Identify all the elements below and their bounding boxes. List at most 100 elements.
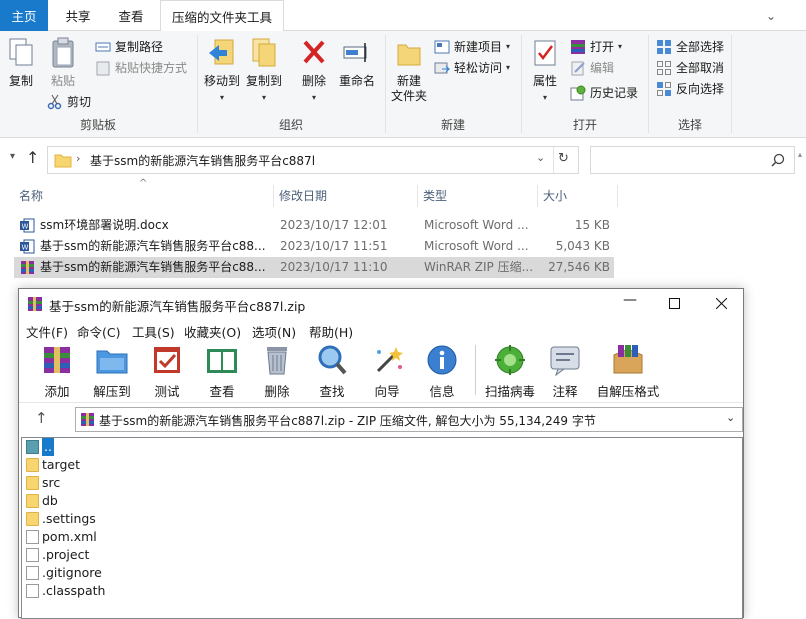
delete-dropdown-icon: ▾ — [311, 93, 316, 102]
properties-button[interactable]: 属性 ▾ — [528, 37, 562, 103]
delete-archive-button[interactable]: 删除 — [251, 343, 303, 400]
edit-label: 编辑 — [590, 61, 615, 75]
winrar-icon — [81, 413, 94, 426]
menu-favorites[interactable]: 收藏夹(O) — [184, 322, 241, 341]
item-name: target — [42, 457, 81, 472]
view-button[interactable]: 查看 — [196, 343, 248, 400]
edit-icon — [570, 60, 586, 76]
menu-help[interactable]: 帮助(H) — [309, 322, 353, 341]
sfx-box-icon — [611, 343, 645, 377]
column-header-name[interactable]: 名称 — [14, 185, 274, 207]
maximize-icon[interactable] — [669, 298, 680, 309]
paste-shortcut-button[interactable]: 粘贴快捷方式 — [95, 58, 187, 78]
new-folder-button[interactable]: 新建 文件夹 — [388, 37, 430, 104]
address-bar[interactable]: › 基于ssm的新能源汽车销售服务平台c887l ⌄ ↻ — [47, 146, 579, 174]
copy-to-button[interactable]: 复制到 ▾ — [244, 37, 284, 103]
select-all-icon — [656, 39, 672, 55]
menu-options[interactable]: 选项(N) — [252, 322, 296, 341]
extract-folder-icon — [95, 343, 129, 377]
wizard-button[interactable]: 向导 — [361, 343, 413, 400]
close-icon[interactable] — [716, 298, 727, 309]
item-name: .settings — [42, 511, 96, 526]
edit-button[interactable]: 编辑 — [570, 58, 614, 78]
file-row[interactable]: W ssm环境部署说明.docx 2023/10/17 12:01 Micros… — [14, 215, 614, 236]
select-all-button[interactable]: 全部选择 — [656, 37, 724, 57]
cut-button[interactable]: 剪切 — [47, 92, 91, 112]
recent-locations-icon[interactable]: ▾ — [10, 151, 15, 162]
parent-folder-icon — [26, 440, 39, 454]
archive-path-text: 基于ssm的新能源汽车销售服务平台c887l.zip - ZIP 压缩文件, 解… — [99, 414, 596, 428]
menu-file[interactable]: 文件(F) — [26, 322, 68, 341]
tab-compressed-folder-tools[interactable]: 压缩的文件夹工具 — [160, 0, 284, 31]
column-header-date[interactable]: 修改日期 — [274, 185, 418, 207]
file-date: 2023/10/17 11:10 — [280, 260, 388, 274]
copy-path-button[interactable]: 复制路径 — [95, 37, 163, 57]
history-button[interactable]: 历史记录 — [570, 83, 638, 103]
tab-home[interactable]: 主页 — [0, 0, 48, 31]
sfx-label: 自解压格式 — [596, 384, 660, 399]
file-icon — [26, 548, 39, 562]
scroll-up-arrow-icon[interactable]: ▴ — [798, 150, 802, 159]
sfx-button[interactable]: 自解压格式 — [593, 343, 663, 400]
tab-view[interactable]: 查看 — [106, 0, 156, 31]
path-dropdown-icon[interactable]: ⌄ — [726, 411, 735, 424]
minimize-icon[interactable]: — — [623, 292, 637, 308]
archive-path-box[interactable]: 基于ssm的新能源汽车销售服务平台c887l.zip - ZIP 压缩文件, 解… — [75, 407, 743, 432]
refresh-icon[interactable]: ↻ — [558, 151, 569, 166]
open-dropdown-icon: ▾ — [618, 42, 623, 51]
tab-share[interactable]: 共享 — [52, 0, 104, 31]
info-label: 信息 — [429, 384, 455, 399]
file-icon — [26, 566, 39, 580]
column-header-type[interactable]: 类型 — [418, 185, 538, 207]
select-none-button[interactable]: 全部取消 — [656, 58, 724, 78]
invert-selection-button[interactable]: 反向选择 — [656, 79, 724, 99]
folder-icon — [26, 512, 39, 526]
trash-icon — [260, 343, 294, 377]
menu-commands[interactable]: 命令(C) — [77, 322, 120, 341]
paste-button[interactable]: 粘贴 — [46, 37, 80, 89]
xml-file-icon — [26, 530, 39, 544]
item-name: .gitignore — [42, 565, 102, 580]
comment-button[interactable]: 注释 — [539, 343, 591, 400]
ribbon-collapse-chevron-icon[interactable]: ⌄ — [766, 9, 776, 23]
scan-virus-button[interactable]: 扫描病毒 — [481, 343, 539, 400]
delete-button[interactable]: 删除 ▾ — [298, 37, 330, 103]
ribbon-tab-bar: 主页 共享 查看 压缩的文件夹工具 ⌄ — [0, 0, 806, 31]
column-type-label: 类型 — [423, 189, 448, 203]
select-none-label: 全部取消 — [676, 61, 725, 75]
info-button[interactable]: 信息 — [416, 343, 468, 400]
select-all-label: 全部选择 — [676, 40, 725, 54]
add-label: 添加 — [44, 384, 70, 399]
easy-access-button[interactable]: 轻松访问 ▾ — [434, 58, 510, 78]
menu-tools[interactable]: 工具(S) — [132, 322, 175, 341]
new-item-button[interactable]: 新建项目 ▾ — [434, 37, 510, 57]
up-arrow-icon[interactable]: ↑ — [26, 148, 39, 167]
rename-icon — [343, 43, 367, 62]
winrar-title-bar[interactable]: 基于ssm的新能源汽车销售服务平台c887l.zip — — [19, 289, 743, 319]
svg-text:W: W — [22, 223, 29, 231]
copy-button[interactable]: 复制 — [4, 37, 38, 89]
winrar-menu-bar: 文件(F) 命令(C) 工具(S) 收藏夹(O) 选项(N) 帮助(H) — [19, 319, 743, 341]
paste-shortcut-label: 粘贴快捷方式 — [115, 61, 188, 75]
search-box[interactable] — [590, 146, 795, 174]
up-one-level-icon[interactable]: ↑ — [35, 409, 48, 427]
delete-x-icon — [303, 40, 325, 64]
column-header-size[interactable]: 大小 — [538, 185, 618, 207]
rename-button[interactable]: 重命名 — [336, 37, 378, 89]
test-button[interactable]: 测试 — [141, 343, 193, 400]
move-to-button[interactable]: 移动到 ▾ — [202, 37, 242, 103]
select-none-icon — [656, 60, 672, 76]
file-row-selected[interactable]: 基于ssm的新能源汽车销售服务平台c88... 2023/10/17 11:10… — [14, 257, 614, 278]
file-row[interactable]: W 基于ssm的新能源汽车销售服务平台c88... 2023/10/17 11:… — [14, 236, 614, 257]
svg-text:W: W — [22, 244, 29, 252]
find-button[interactable]: 查找 — [306, 343, 358, 400]
open-button[interactable]: 打开 ▾ — [570, 37, 622, 57]
add-button[interactable]: 添加 — [31, 343, 83, 400]
address-dropdown-icon[interactable]: ⌄ — [536, 151, 545, 164]
file-name: ssm环境部署说明.docx — [40, 218, 169, 232]
extract-to-button[interactable]: 解压到 — [86, 343, 138, 400]
properties-label: 属性 — [532, 74, 557, 88]
new-folder-label: 新建 文件夹 — [390, 74, 427, 103]
select-group-label: 选择 — [677, 118, 702, 132]
easy-access-dropdown-icon: ▾ — [506, 63, 511, 72]
